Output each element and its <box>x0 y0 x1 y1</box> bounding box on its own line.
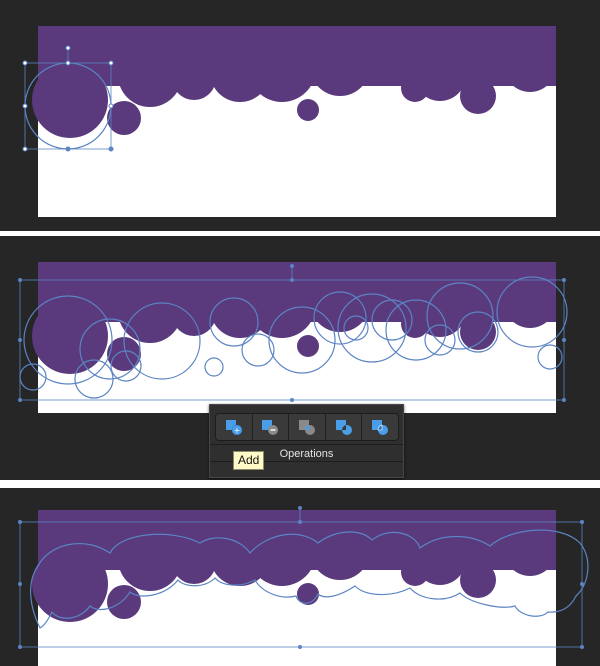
step-1-artboard <box>22 26 556 217</box>
add-button[interactable]: + <box>216 414 253 440</box>
shape-add-icon: + <box>225 420 243 435</box>
intersect-button[interactable] <box>289 414 326 440</box>
shape-difference-icon <box>335 420 352 435</box>
divide-button[interactable] <box>362 414 398 440</box>
step-3-panel <box>0 488 600 666</box>
shape-subtract-icon <box>262 420 279 435</box>
difference-button[interactable] <box>326 414 363 440</box>
shape-divide-icon <box>372 420 389 435</box>
subtract-button[interactable] <box>253 414 290 440</box>
step-1-panel <box>0 0 600 231</box>
operations-toolbar: + <box>215 413 399 441</box>
step-3-artboard <box>18 506 589 666</box>
add-tooltip: Add <box>233 451 265 470</box>
svg-text:+: + <box>233 426 240 435</box>
step-2-panel: + Operations Add <box>0 236 600 480</box>
shape-intersect-icon <box>298 420 315 435</box>
divider <box>210 444 403 445</box>
